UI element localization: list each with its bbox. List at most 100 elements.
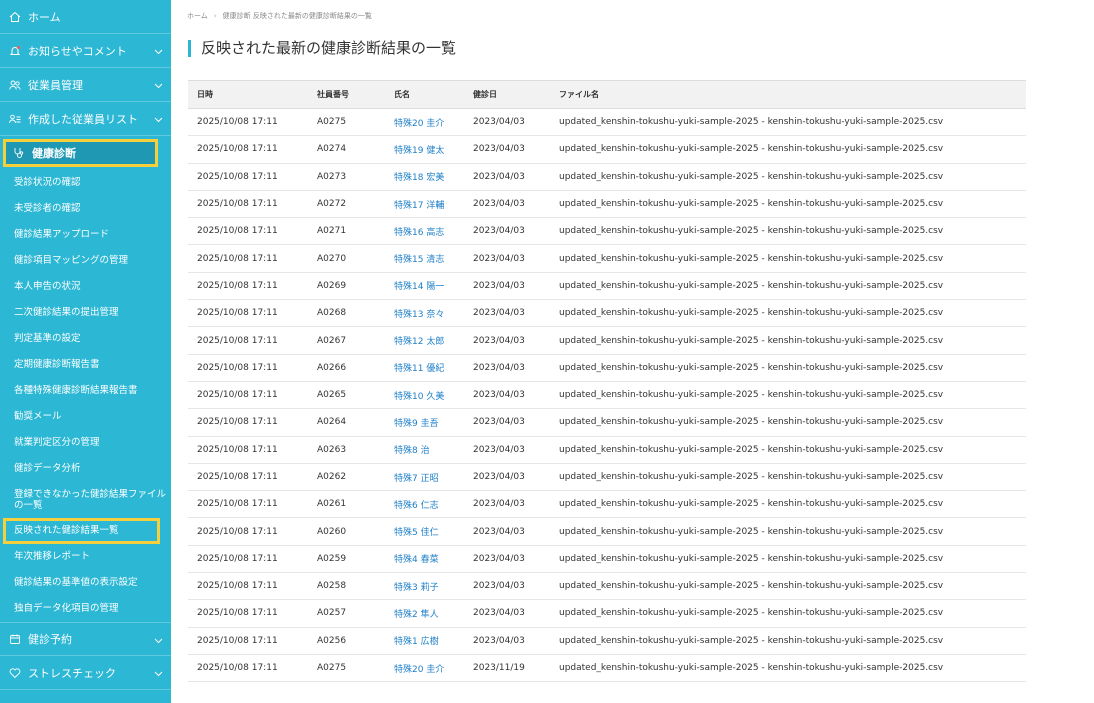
cell-name[interactable]: 特殊5 佳仁: [385, 517, 464, 546]
table-row: 2025/10/08 17:11 A0271 特殊16 高志 2023/04/03 up…: [188, 217, 1026, 246]
sidebar-item-criteria[interactable]: 判定基準の設定: [0, 326, 171, 352]
cell-name[interactable]: 特殊19 健太: [385, 135, 464, 164]
sidebar-item-data-analysis[interactable]: 健診データ分析: [0, 456, 171, 482]
sidebar: ホーム お知らせやコメント 従業員管理 作成した従業員リスト 健康診断 受診状況…: [0, 0, 171, 703]
cell-employee-id: A0257: [308, 599, 385, 628]
header-file-name: ファイル名: [550, 80, 1026, 109]
cell-file-name: updated_kenshin-tokushu-yuki-sample-2025…: [550, 272, 1026, 301]
sidebar-item-periodic-report[interactable]: 定期健康診断報告書: [0, 352, 171, 378]
sidebar-item-annual-report[interactable]: 年次推移レポート: [0, 544, 171, 570]
cell-name[interactable]: 特殊18 宏美: [385, 163, 464, 191]
cell-name[interactable]: 特殊6 仁志: [385, 490, 464, 519]
cell-file-name: updated_kenshin-tokushu-yuki-sample-2025…: [550, 599, 1026, 628]
nav-health-check-label: 健康診断: [32, 147, 76, 160]
table-row: 2025/10/08 17:11 A0259 特殊4 春菜 2023/04/03 upd…: [188, 545, 1026, 574]
sidebar-item-work-category[interactable]: 就業判定区分の管理: [0, 430, 171, 456]
cell-exam-date: 2023/04/03: [464, 108, 550, 137]
cell-name[interactable]: 特殊10 久美: [385, 381, 464, 410]
cell-exam-date: 2023/04/03: [464, 217, 550, 246]
cell-exam-date: 2023/04/03: [464, 408, 550, 437]
cell-employee-id: A0260: [308, 517, 385, 546]
cell-employee-id: A0264: [308, 408, 385, 437]
cell-name[interactable]: 特殊9 圭吾: [385, 408, 464, 437]
table-body: 2025/10/08 17:11 A0275 特殊20 圭介 2023/04/03 up…: [188, 108, 1026, 683]
table-row: 2025/10/08 17:11 A0272 特殊17 洋輔 2023/04/03 up…: [188, 190, 1026, 219]
table-row: 2025/10/08 17:11 A0265 特殊10 久美 2023/04/03 up…: [188, 381, 1026, 410]
sidebar-item-reference-values[interactable]: 健診結果の基準値の表示設定: [0, 570, 171, 596]
cell-datetime: 2025/10/08 17:11: [188, 654, 308, 683]
sidebar-item-exam-status[interactable]: 受診状況の確認: [0, 170, 171, 196]
cell-datetime: 2025/10/08 17:11: [188, 163, 308, 191]
cell-employee-id: A0263: [308, 436, 385, 464]
cell-file-name: updated_kenshin-tokushu-yuki-sample-2025…: [550, 654, 1026, 683]
sidebar-item-self-report[interactable]: 本人申告の状況: [0, 274, 171, 300]
sidebar-item-special-report[interactable]: 各種特殊健康診断結果報告書: [0, 378, 171, 404]
cell-name[interactable]: 特殊11 優紀: [385, 354, 464, 382]
cell-employee-id: A0258: [308, 572, 385, 601]
stethoscope-icon: [12, 146, 26, 160]
nav-reservation[interactable]: 健診予約: [0, 622, 171, 656]
cell-exam-date: 2023/04/03: [464, 572, 550, 601]
cell-name[interactable]: 特殊20 圭介: [385, 654, 464, 683]
calendar-icon: [8, 632, 22, 646]
cell-exam-date: 2023/04/03: [464, 190, 550, 219]
nav-stress-check[interactable]: ストレスチェック: [0, 656, 171, 690]
cell-file-name: updated_kenshin-tokushu-yuki-sample-2025…: [550, 517, 1026, 546]
sidebar-item-item-mapping[interactable]: 健診項目マッピングの管理: [0, 248, 171, 274]
cell-file-name: updated_kenshin-tokushu-yuki-sample-2025…: [550, 163, 1026, 191]
cell-name[interactable]: 特殊20 圭介: [385, 108, 464, 137]
sidebar-item-secondary-exam[interactable]: 二次健診結果の提出管理: [0, 300, 171, 326]
cell-name[interactable]: 特殊1 広樹: [385, 627, 464, 655]
cell-name[interactable]: 特殊4 春菜: [385, 545, 464, 574]
cell-file-name: updated_kenshin-tokushu-yuki-sample-2025…: [550, 545, 1026, 574]
cell-exam-date: 2023/04/03: [464, 299, 550, 328]
cell-name[interactable]: 特殊2 隼人: [385, 599, 464, 628]
cell-employee-id: A0270: [308, 244, 385, 273]
sidebar-item-failed-files[interactable]: 登録できなかった健診結果ファイルの一覧: [0, 482, 171, 518]
cell-datetime: 2025/10/08 17:11: [188, 408, 308, 437]
cell-employee-id: A0259: [308, 545, 385, 574]
cell-name[interactable]: 特殊17 洋輔: [385, 190, 464, 219]
cell-exam-date: 2023/04/03: [464, 545, 550, 574]
cell-name[interactable]: 特殊16 高志: [385, 217, 464, 246]
cell-employee-id: A0265: [308, 381, 385, 410]
results-table: 日時 社員番号 氏名 健診日 ファイル名 2025/10/08 17:11 A02…: [188, 80, 1026, 683]
cell-exam-date: 2023/04/03: [464, 244, 550, 273]
cell-employee-id: A0275: [308, 654, 385, 683]
cell-file-name: updated_kenshin-tokushu-yuki-sample-2025…: [550, 326, 1026, 355]
cell-name[interactable]: 特殊7 正昭: [385, 463, 464, 492]
cell-exam-date: 2023/04/03: [464, 326, 550, 355]
nav-home[interactable]: ホーム: [0, 0, 171, 34]
cell-exam-date: 2023/04/03: [464, 517, 550, 546]
sidebar-item-unexamined[interactable]: 未受診者の確認: [0, 196, 171, 222]
sidebar-item-custom-data[interactable]: 独自データ化項目の管理: [0, 596, 171, 622]
cell-employee-id: A0266: [308, 354, 385, 382]
cell-name[interactable]: 特殊3 莉子: [385, 572, 464, 601]
cell-datetime: 2025/10/08 17:11: [188, 272, 308, 301]
cell-name[interactable]: 特殊12 太郎: [385, 326, 464, 355]
nav-notices[interactable]: お知らせやコメント: [0, 34, 171, 68]
cell-name[interactable]: 特殊14 陽一: [385, 272, 464, 301]
nav-health-check[interactable]: 健康診断: [3, 139, 158, 167]
cell-name[interactable]: 特殊8 治: [385, 436, 464, 464]
cell-exam-date: 2023/04/03: [464, 599, 550, 628]
cell-name[interactable]: 特殊15 清志: [385, 244, 464, 273]
cell-datetime: 2025/10/08 17:11: [188, 627, 308, 655]
cell-file-name: updated_kenshin-tokushu-yuki-sample-2025…: [550, 244, 1026, 273]
sidebar-item-recommend-mail[interactable]: 勧奨メール: [0, 404, 171, 430]
cell-name[interactable]: 特殊13 奈々: [385, 299, 464, 328]
breadcrumb-home[interactable]: ホーム: [187, 12, 208, 20]
sidebar-item-upload-results[interactable]: 健診結果アップロード: [0, 222, 171, 248]
cell-file-name: updated_kenshin-tokushu-yuki-sample-2025…: [550, 463, 1026, 492]
nav-employees[interactable]: 従業員管理: [0, 68, 171, 102]
table-row: 2025/10/08 17:11 A0269 特殊14 陽一 2023/04/03 up…: [188, 272, 1026, 301]
table-row: 2025/10/08 17:11 A0266 特殊11 優紀 2023/04/03 up…: [188, 354, 1026, 382]
nav-created-list[interactable]: 作成した従業員リスト: [0, 102, 171, 136]
home-icon: [8, 10, 22, 24]
chevron-down-icon: [154, 634, 163, 647]
table-row: 2025/10/08 17:11 A0261 特殊6 仁志 2023/04/03 upd…: [188, 490, 1026, 519]
nav-reservation-label: 健診予約: [28, 633, 72, 646]
table-row: 2025/10/08 17:11 A0273 特殊18 宏美 2023/04/03 up…: [188, 163, 1026, 191]
user-list-icon: [8, 112, 22, 126]
sidebar-item-applied-results[interactable]: 反映された健診結果一覧: [3, 518, 160, 544]
